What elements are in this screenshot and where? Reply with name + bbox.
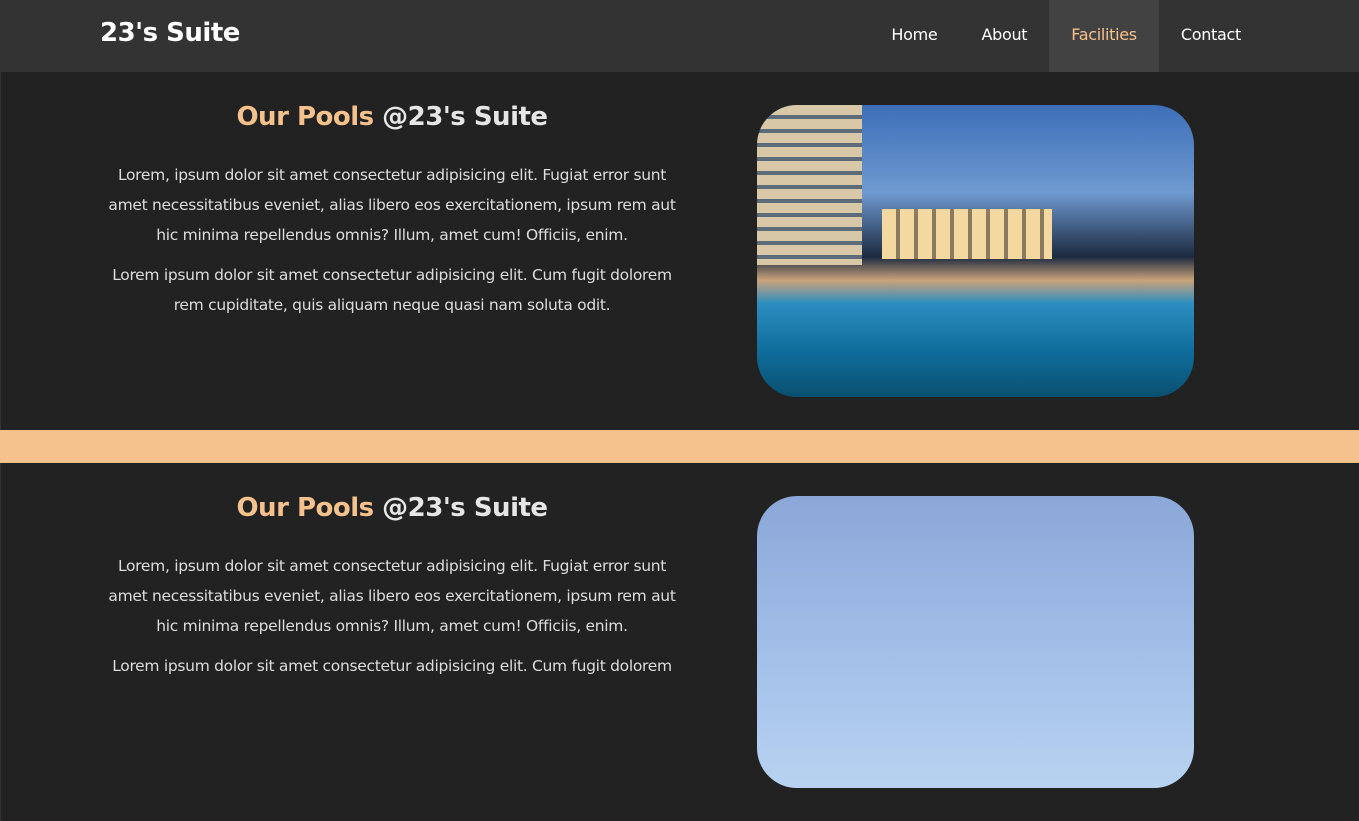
section-text: Our Pools @23's Suite Lorem, ipsum dolor… — [97, 493, 687, 691]
title-rest: @23's Suite — [373, 102, 548, 132]
title-highlight: Our Pools — [236, 493, 374, 523]
nav-about[interactable]: About — [959, 0, 1049, 72]
hotel-building — [757, 105, 862, 265]
nav-contact[interactable]: Contact — [1159, 0, 1263, 72]
paragraph: Lorem ipsum dolor sit amet consectetur a… — [112, 657, 672, 675]
nav-facilities[interactable]: Facilities — [1049, 0, 1159, 72]
section-text: Our Pools @23's Suite Lorem, ipsum dolor… — [97, 102, 687, 330]
pool-hall — [882, 209, 1052, 259]
pool-section-2: Our Pools @23's Suite Lorem, ipsum dolor… — [0, 463, 1359, 821]
pool-image — [757, 105, 1194, 397]
logo[interactable]: 23's Suite — [100, 18, 240, 48]
divider-stripe — [0, 430, 1359, 463]
title-rest: @23's Suite — [373, 493, 548, 523]
title-highlight: Our Pools — [236, 102, 374, 132]
nav-menu: Home About Facilities Contact — [869, 0, 1263, 72]
paragraph: Lorem, ipsum dolor sit amet consectetur … — [108, 166, 676, 244]
pool-image — [757, 496, 1194, 788]
pool-section-1: Our Pools @23's Suite Lorem, ipsum dolor… — [0, 72, 1359, 430]
nav-home[interactable]: Home — [869, 0, 959, 72]
section-title: Our Pools @23's Suite — [97, 493, 687, 523]
paragraph: Lorem, ipsum dolor sit amet consectetur … — [108, 557, 676, 635]
navbar: 23's Suite Home About Facilities Contact — [0, 0, 1359, 72]
section-title: Our Pools @23's Suite — [97, 102, 687, 132]
paragraph: Lorem ipsum dolor sit amet consectetur a… — [112, 266, 672, 314]
